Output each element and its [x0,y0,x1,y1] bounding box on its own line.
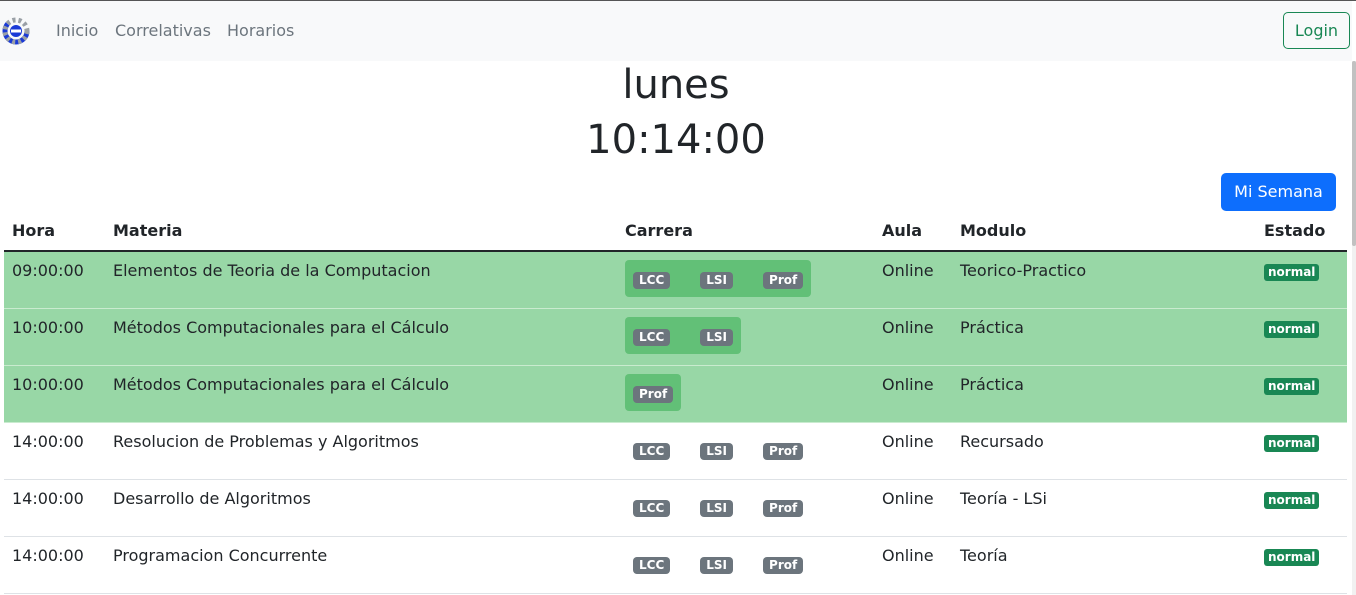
cell-aula: Online [874,422,952,480]
cell-modulo: Práctica [952,365,1256,423]
cell-modulo: Teoría - LSi [952,479,1256,537]
table-row: 14:00:00 Programacion Concurrente LCC LSI Pr… [4,536,1347,594]
login-button[interactable]: Login [1283,12,1350,49]
cell-modulo: Práctica [952,308,1256,366]
table-header-row: Hora Materia Carrera Aula Modulo Estado [4,211,1347,252]
carrera-badge: LSI [700,328,734,346]
carrera-badge: LSI [700,499,734,517]
table-row: 14:00:00 Desarrollo de Algoritmos LCC LSI Pr… [4,479,1347,537]
carrera-badge: Prof [763,272,804,289]
carrera-badge: LSI [700,442,734,460]
cell-hora: 09:00:00 [4,251,105,309]
cell-estado: normal [1256,536,1347,594]
carrera-badge: LCC [633,499,671,517]
cell-materia: Métodos Computacionales para el Cálculo [105,308,617,366]
carrera-badge-group: LCC LSI Prof [625,545,811,582]
status-badge: normal [1264,491,1320,509]
carrera-badge: Prof [633,385,674,403]
carrera-badge: Prof [763,499,804,517]
cell-modulo: Teorico-Practico [952,251,1256,309]
cell-materia: Resolucion de Problemas y Algoritmos [105,422,617,480]
cell-materia: Programacion Concurrente [105,536,617,594]
carrera-badge-group: LCC LSI Prof [625,260,812,297]
status-badge: normal [1264,377,1320,395]
cell-aula: Online [874,479,952,537]
carrera-badge: Prof [763,442,804,460]
cell-carrera: Prof [617,365,874,423]
cell-carrera: LCC LSI Prof [617,251,874,309]
carrera-badge: LCC [633,442,671,460]
navbar: Inicio Correlativas Horarios Login [0,1,1352,61]
carrera-badge: LSI [700,272,734,289]
cell-estado: normal [1256,251,1347,309]
nav-link-inicio[interactable]: Inicio [56,21,98,40]
column-header-aula: Aula [874,211,952,252]
status-badge: normal [1264,548,1320,566]
status-badge: normal [1264,320,1320,338]
column-header-hora: Hora [4,211,105,252]
carrera-badge-group: LCC LSI Prof [625,431,811,468]
column-header-modulo: Modulo [952,211,1256,252]
current-day: lunes [622,62,730,108]
cell-estado: normal [1256,365,1347,423]
cell-aula: Online [874,365,952,423]
table-row: 10:00:00 Métodos Computacionales para el … [4,365,1347,423]
schedule-body: 09:00:00 Elementos de Teoria de la Comput… [4,251,1347,594]
table-row: 10:00:00 Métodos Computacionales para el … [4,308,1347,366]
nav-link-horarios[interactable]: Horarios [227,21,294,40]
column-header-estado: Estado [1256,211,1347,252]
column-header-materia: Materia [105,211,617,252]
carrera-badge: Prof [763,556,804,574]
brand-logo-icon[interactable] [2,17,30,45]
cell-estado: normal [1256,308,1347,366]
schedule-table: Hora Materia Carrera Aula Modulo Estado … [4,211,1347,594]
cell-modulo: Recursado [952,422,1256,480]
cell-materia: Desarrollo de Algoritmos [105,479,617,537]
cell-hora: 10:00:00 [4,365,105,423]
nav-link-correlativas[interactable]: Correlativas [115,21,211,40]
carrera-badge: LCC [633,556,671,574]
cell-materia: Métodos Computacionales para el Cálculo [105,365,617,423]
table-row: 14:00:00 Resolucion de Problemas y Algori… [4,422,1347,480]
cell-hora: 10:00:00 [4,308,105,366]
status-badge: normal [1264,434,1320,452]
cell-aula: Online [874,308,952,366]
cell-materia: Elementos de Teoria de la Computacion [105,251,617,309]
cell-estado: normal [1256,422,1347,480]
cell-modulo: Teoría [952,536,1256,594]
cell-hora: 14:00:00 [4,536,105,594]
carrera-badge-group: LCC LSI [625,316,742,354]
cell-hora: 14:00:00 [4,422,105,480]
status-badge: normal [1264,264,1320,281]
cell-carrera: LCC LSI Prof [617,422,874,480]
current-time: 10:14:00 [586,117,766,163]
cell-carrera: LCC LSI Prof [617,536,874,594]
cell-hora: 14:00:00 [4,479,105,537]
page-scrollbar-thumb[interactable] [1352,61,1356,246]
cell-carrera: LCC LSI [617,308,874,366]
cell-carrera: LCC LSI Prof [617,479,874,537]
carrera-badge-group: LCC LSI Prof [625,488,811,525]
column-header-carrera: Carrera [617,211,874,252]
mi-semana-button[interactable]: Mi Semana [1221,173,1336,211]
carrera-badge: LCC [633,328,671,346]
carrera-badge: LCC [633,272,671,289]
cell-estado: normal [1256,479,1347,537]
carrera-badge: LSI [700,556,734,574]
cell-aula: Online [874,251,952,309]
table-row: 09:00:00 Elementos de Teoria de la Comput… [4,251,1347,309]
cell-aula: Online [874,536,952,594]
carrera-badge-group: Prof [625,373,682,411]
